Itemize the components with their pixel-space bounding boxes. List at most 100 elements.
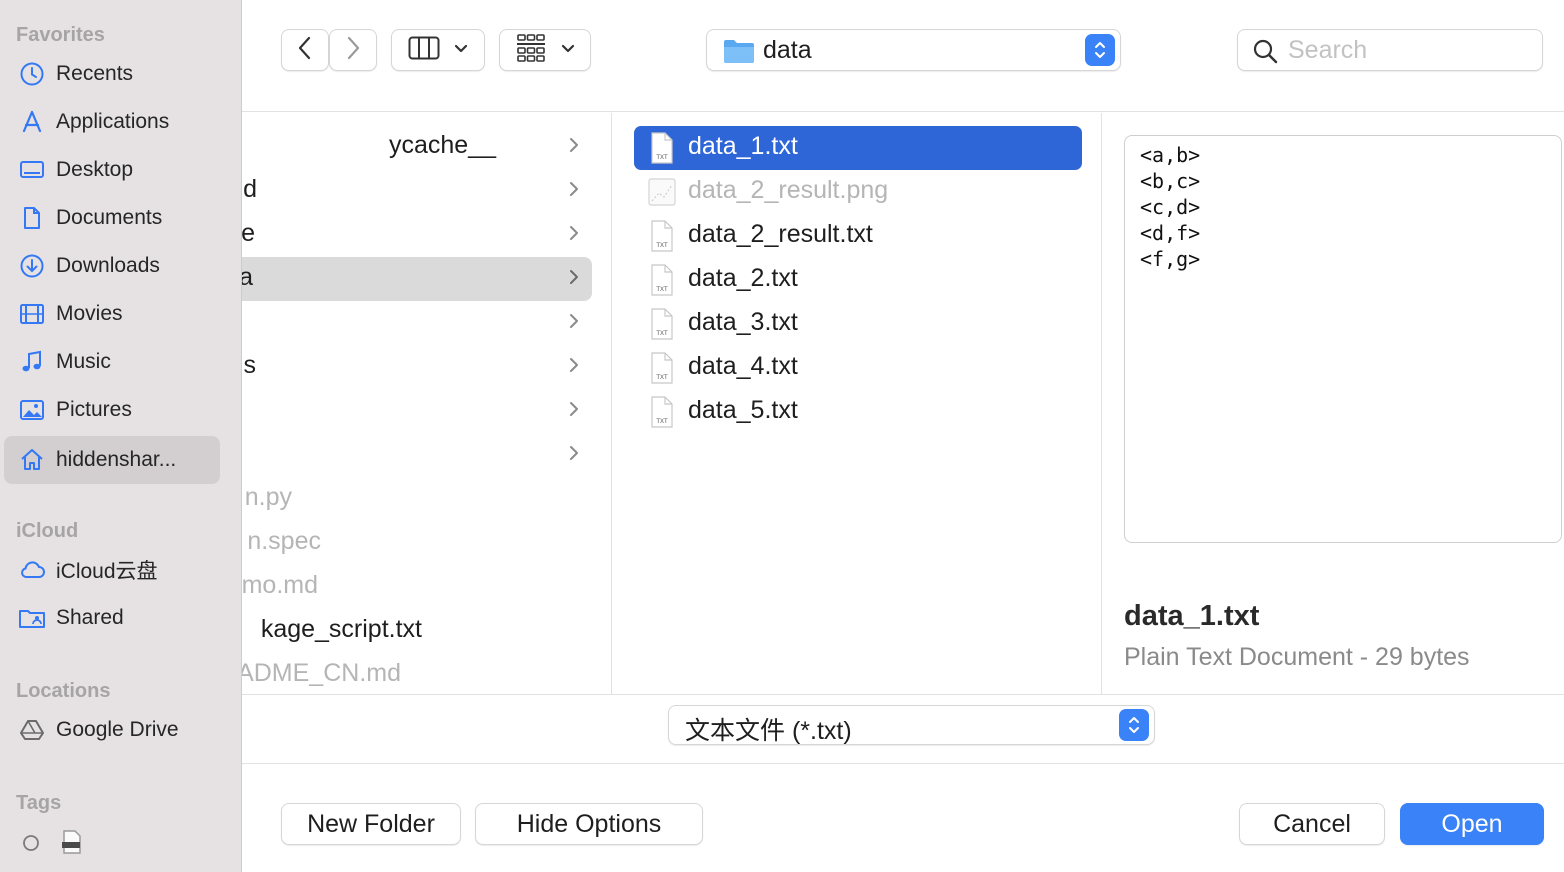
list-item-selected[interactable]: a — [242, 257, 592, 301]
text-file-icon: TXT — [648, 396, 676, 433]
list-item[interactable]: mo.md — [242, 565, 592, 609]
list-item[interactable]: n.py — [242, 477, 592, 521]
group-by-button[interactable] — [499, 29, 591, 71]
file-name: data_1.txt — [688, 132, 798, 160]
sidebar-item-movies[interactable]: Movies — [4, 290, 220, 338]
tag-file-icon[interactable] — [58, 828, 86, 861]
sidebar-item-desktop[interactable]: Desktop — [4, 146, 220, 194]
sidebar-item-applications[interactable]: Applications — [4, 98, 220, 146]
item-name: e — [242, 219, 255, 247]
tag-circle-icon[interactable] — [22, 834, 40, 857]
svg-text:TXT: TXT — [656, 155, 668, 161]
favorites-heading: Favorites — [16, 24, 105, 46]
chevron-right-icon — [568, 179, 580, 204]
file-row-selected[interactable]: TXT data_1.txt — [634, 126, 1082, 170]
desktop-icon — [18, 156, 46, 184]
chevron-left-icon — [297, 35, 313, 66]
preview-line: <f,g> — [1140, 247, 1201, 271]
file-type-bar: 文本文件 (*.txt) — [242, 694, 1564, 764]
list-item[interactable] — [242, 389, 592, 433]
folder-icon — [723, 37, 755, 70]
preview-line: <a,b> — [1140, 143, 1201, 167]
item-name: ADME_CN.md — [242, 659, 401, 687]
sidebar-item-label: Google Drive — [56, 718, 179, 741]
list-item[interactable] — [242, 433, 592, 477]
file-preview: <a,b> <b,c> <c,d> <d,f> <f,g> — [1124, 135, 1562, 543]
chevron-right-icon — [568, 443, 580, 468]
open-button[interactable]: Open — [1400, 803, 1544, 845]
text-file-icon: TXT — [648, 220, 676, 257]
list-item[interactable]: s — [242, 345, 592, 389]
hide-options-button[interactable]: Hide Options — [475, 803, 703, 845]
chevron-right-icon — [568, 355, 580, 380]
file-row[interactable]: TXT data_4.txt — [634, 346, 1082, 390]
path-popup[interactable]: data — [706, 29, 1121, 71]
list-item[interactable]: n.spec — [242, 521, 592, 565]
chevron-right-icon — [568, 223, 580, 248]
search-field[interactable] — [1237, 29, 1543, 71]
item-name: n.py — [244, 483, 292, 511]
sidebar-item-google-drive[interactable]: Google Drive — [4, 706, 220, 754]
chevron-right-icon — [568, 267, 580, 292]
file-row[interactable]: data_2_result.png — [634, 170, 1082, 214]
image-file-icon — [648, 176, 676, 213]
sidebar-item-label: iCloud云盘 — [56, 560, 158, 583]
sidebar-item-icloud-drive[interactable]: iCloud云盘 — [4, 546, 220, 594]
sidebar-item-label: Downloads — [56, 254, 160, 277]
sidebar-item-recents[interactable]: Recents — [4, 50, 220, 98]
search-icon — [1252, 38, 1278, 69]
sidebar-item-label: Shared — [56, 606, 124, 629]
path-popup-label: data — [763, 36, 812, 64]
icloud-heading: iCloud — [16, 520, 79, 542]
file-name: data_2.txt — [688, 264, 798, 292]
view-mode-button[interactable] — [391, 29, 485, 71]
text-file-icon: TXT — [648, 132, 676, 169]
preview-file-name: data_1.txt — [1124, 600, 1260, 632]
sidebar-item-pictures[interactable]: Pictures — [4, 386, 220, 434]
list-item[interactable]: ADME_CN.md — [242, 653, 592, 694]
chevron-right-icon — [568, 135, 580, 160]
sidebar-item-downloads[interactable]: Downloads — [4, 242, 220, 290]
film-icon — [18, 300, 46, 328]
file-name: data_2_result.png — [688, 176, 889, 204]
grid-group-icon — [515, 33, 547, 67]
sidebar-item-label: Recents — [56, 62, 134, 85]
svg-text:TXT: TXT — [656, 419, 668, 425]
photo-icon — [18, 396, 46, 424]
sidebar-item-music[interactable]: Music — [4, 338, 220, 386]
shared-folder-icon — [18, 604, 46, 632]
file-row[interactable]: TXT data_3.txt — [634, 302, 1082, 346]
list-item[interactable] — [242, 301, 592, 345]
search-input[interactable] — [1288, 34, 1528, 66]
list-item[interactable]: e — [242, 213, 592, 257]
file-row[interactable]: TXT data_2.txt — [634, 258, 1082, 302]
chevron-down-icon — [561, 41, 575, 59]
clock-icon — [18, 60, 46, 88]
item-name: s — [243, 351, 257, 379]
sidebar-item-documents[interactable]: Documents — [4, 194, 220, 242]
sidebar: Favorites Recents Applications Desktop D… — [0, 0, 242, 872]
cancel-button[interactable]: Cancel — [1239, 803, 1385, 845]
file-row[interactable]: TXT data_2_result.txt — [634, 214, 1082, 258]
applications-icon — [18, 108, 46, 136]
parent-folder-column: ycache__ d e a s n.py n.spec mo.md kage_… — [242, 113, 612, 694]
item-name: a — [242, 263, 253, 292]
sidebar-item-home[interactable]: hiddenshar... — [4, 436, 220, 484]
list-item[interactable]: ycache__ — [242, 125, 592, 169]
file-type-popup[interactable]: 文本文件 (*.txt) — [668, 705, 1155, 745]
sidebar-item-label: hiddenshar... — [56, 448, 177, 471]
new-folder-button[interactable]: New Folder — [281, 803, 461, 845]
file-row[interactable]: TXT data_5.txt — [634, 390, 1082, 434]
popup-stepper-icon — [1085, 34, 1115, 66]
list-item[interactable]: d — [242, 169, 592, 213]
tags-heading: Tags — [16, 792, 62, 814]
preview-line: <b,c> — [1140, 169, 1201, 193]
list-item[interactable]: kage_script.txt — [242, 609, 592, 653]
text-file-icon: TXT — [648, 308, 676, 345]
forward-button[interactable] — [329, 29, 377, 71]
svg-text:TXT: TXT — [656, 243, 668, 249]
sidebar-item-shared[interactable]: Shared — [4, 594, 220, 642]
preview-line: <c,d> — [1140, 195, 1201, 219]
document-icon — [18, 204, 46, 232]
back-button[interactable] — [281, 29, 329, 71]
